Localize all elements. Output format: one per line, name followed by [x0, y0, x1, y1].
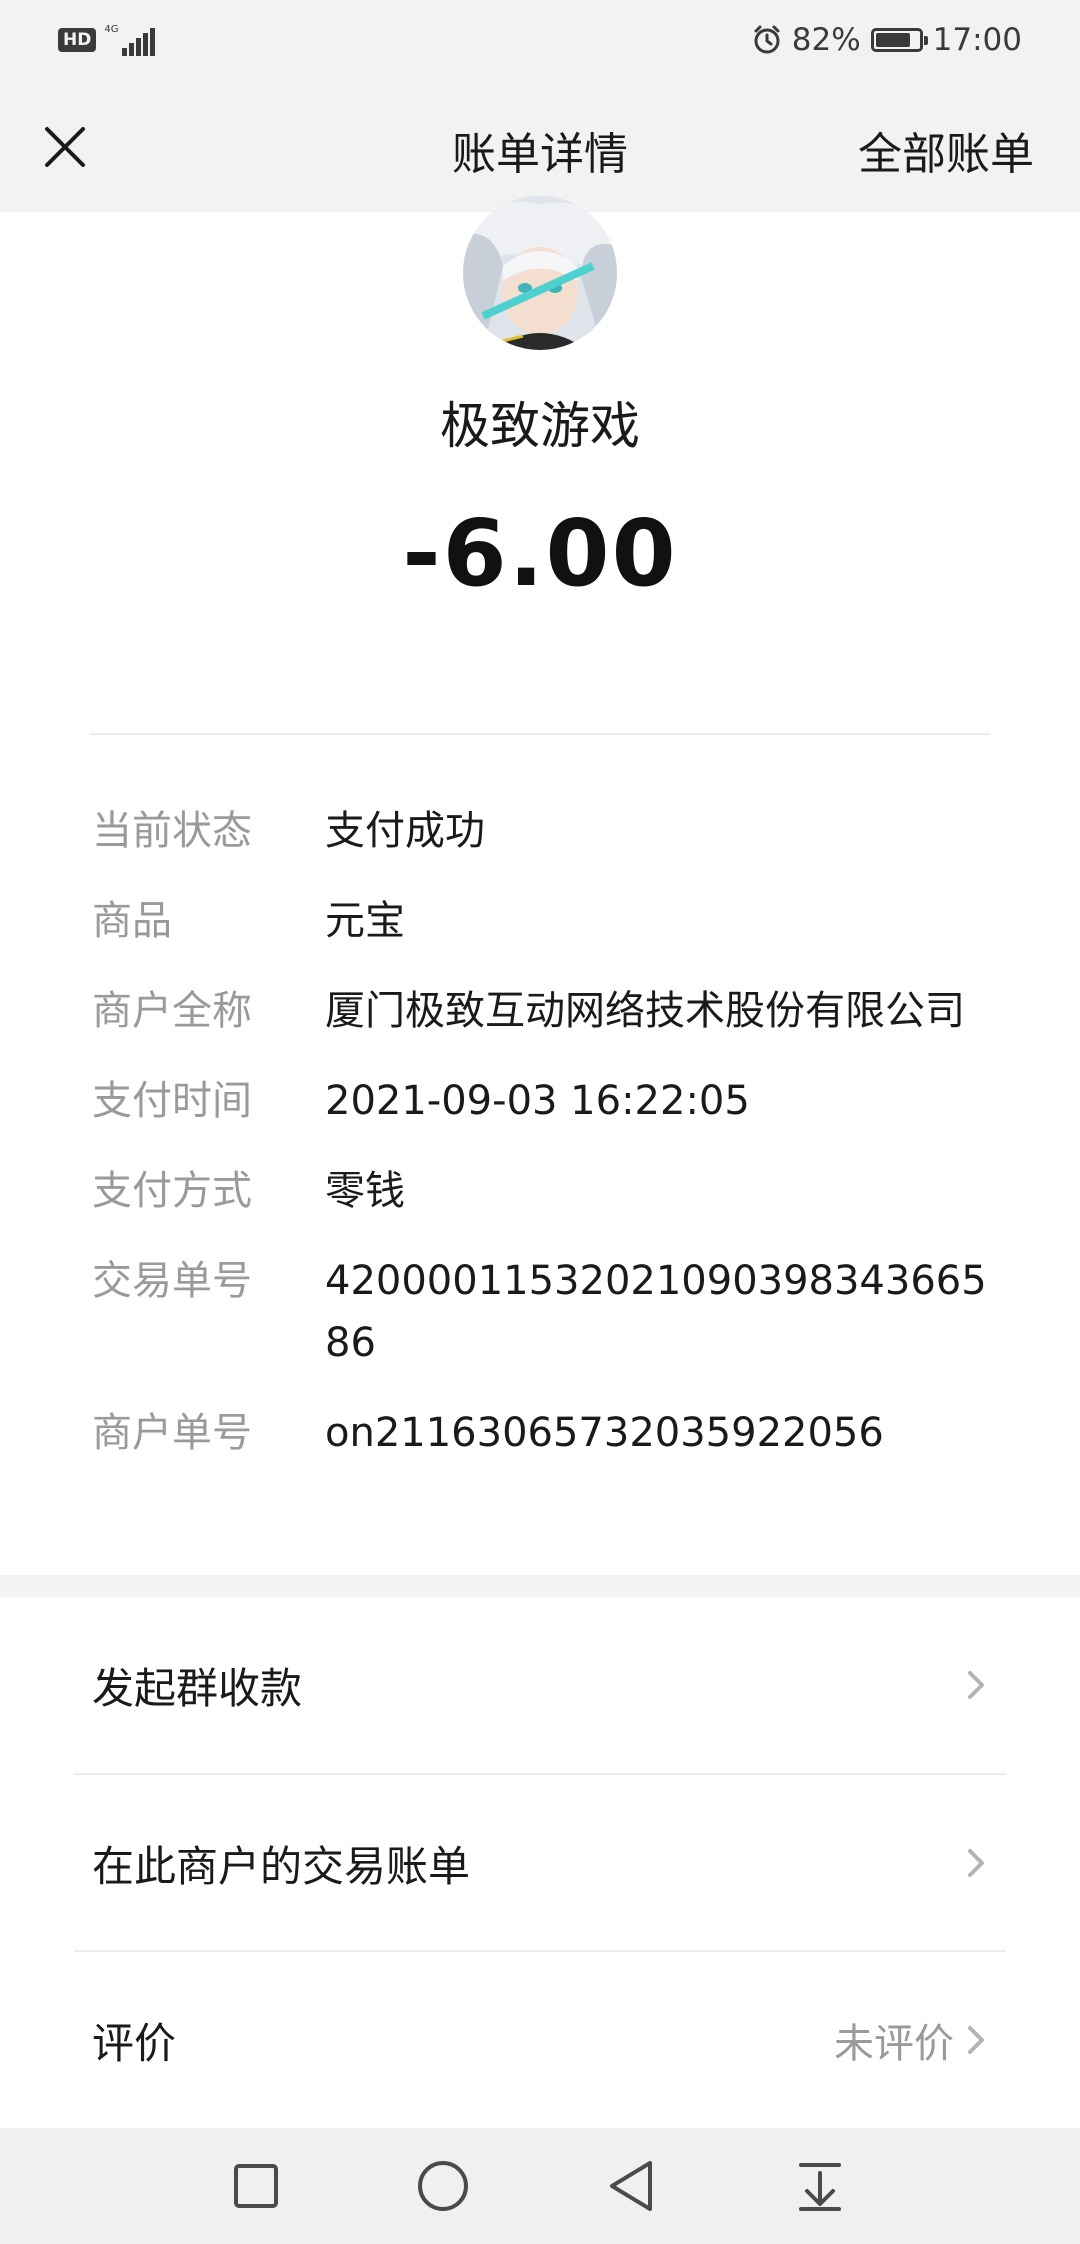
detail-value: 厦门极致互动网络技术股份有限公司	[325, 988, 965, 1034]
detail-row-merchant: 商户全称 厦门极致互动网络技术股份有限公司	[92, 980, 1012, 1042]
chevron-right-icon	[968, 1849, 984, 1877]
detail-label: 商户全称	[92, 988, 252, 1034]
chevron-right-icon	[968, 1671, 984, 1699]
detail-row-product: 商品 元宝	[92, 890, 1012, 952]
list-item-right: 未评价	[834, 1952, 988, 2128]
detail-label: 商品	[92, 898, 172, 944]
section-gap	[0, 1575, 1080, 1597]
network-type: 4G	[104, 24, 119, 35]
alarm-icon	[754, 25, 780, 54]
clock: 17:00	[932, 22, 1022, 58]
list-item-right	[966, 1597, 988, 1773]
signal-bar	[150, 28, 156, 56]
hd-badge: HD	[58, 28, 97, 52]
divider	[90, 733, 990, 735]
chevron-right-icon	[968, 2026, 984, 2054]
merchant-avatar	[463, 196, 617, 350]
all-bills-link[interactable]: 全部账单	[858, 118, 1034, 182]
pull-down-icon	[799, 2163, 841, 2211]
list-item-right	[966, 1775, 988, 1951]
detail-row-status: 当前状态 支付成功	[92, 800, 1012, 862]
signal-bar	[129, 43, 135, 56]
rate-item[interactable]: 评价 未评价	[0, 1952, 1080, 2128]
square-icon	[234, 2164, 278, 2208]
triangle-back-icon	[610, 2161, 652, 2211]
detail-value: 支付成功	[325, 808, 485, 854]
detail-label: 支付方式	[92, 1168, 252, 1214]
detail-value[interactable]: on21163065732035922056	[325, 1402, 1012, 1464]
status-bar: HD 4G 82% 17:00	[0, 0, 1080, 82]
home-button[interactable]	[413, 2156, 473, 2216]
merchant-name: 极致游戏	[440, 397, 640, 455]
signal-bar	[143, 33, 149, 56]
details-list: 当前状态 支付成功 商品 元宝 商户全称 厦门极致互动网络技术股份有限公司 支付…	[92, 800, 1012, 1492]
detail-label: 交易单号	[92, 1258, 252, 1304]
rate-status: 未评价	[834, 2021, 954, 2067]
rate-label: 评价	[92, 2018, 177, 2068]
battery-percent: 82%	[791, 22, 861, 58]
detail-label: 当前状态	[92, 808, 252, 854]
circle-icon	[418, 2161, 468, 2211]
signal-icon: 4G	[104, 24, 156, 56]
battery-fill	[875, 33, 911, 47]
status-left: HD 4G	[58, 22, 156, 58]
bill-detail-page: HD 4G 82% 17:00 账单详情 全部账单 极致游戏 -6.00 当前状…	[0, 0, 1080, 2244]
detail-row-merchant-order-id: 商户单号 on21163065732035922056	[92, 1402, 1012, 1464]
detail-row-method: 支付方式 零钱	[92, 1160, 1012, 1222]
detail-value[interactable]: 4200001153202109039834366586	[325, 1250, 1012, 1374]
payment-amount: -6.00	[402, 500, 678, 607]
detail-value: 2021-09-03 16:22:05	[325, 1078, 750, 1124]
detail-label: 商户单号	[92, 1410, 252, 1456]
detail-value: 零钱	[325, 1168, 405, 1214]
status-right: 82% 17:00	[752, 18, 1022, 62]
merchant-bills-label: 在此商户的交易账单	[92, 1841, 471, 1891]
back-button[interactable]	[601, 2156, 661, 2216]
signal-bar	[122, 48, 128, 56]
recent-apps-button[interactable]	[226, 2156, 286, 2216]
system-nav-bar	[0, 2128, 1080, 2244]
signal-bar	[136, 38, 142, 56]
notifications-button[interactable]	[790, 2156, 850, 2216]
battery-icon	[870, 28, 928, 52]
group-collect-label: 发起群收款	[92, 1663, 303, 1713]
detail-value: 元宝	[325, 898, 405, 944]
merchant-bills-item[interactable]: 在此商户的交易账单	[0, 1775, 1080, 1951]
group-collect-item[interactable]: 发起群收款	[0, 1597, 1080, 1773]
avatar-image	[463, 196, 617, 350]
detail-label: 支付时间	[92, 1078, 252, 1124]
nav-bar: 账单详情 全部账单	[0, 82, 1080, 212]
detail-row-transaction-id: 交易单号 4200001153202109039834366586	[92, 1250, 1012, 1374]
detail-row-time: 支付时间 2021-09-03 16:22:05	[92, 1070, 1012, 1132]
